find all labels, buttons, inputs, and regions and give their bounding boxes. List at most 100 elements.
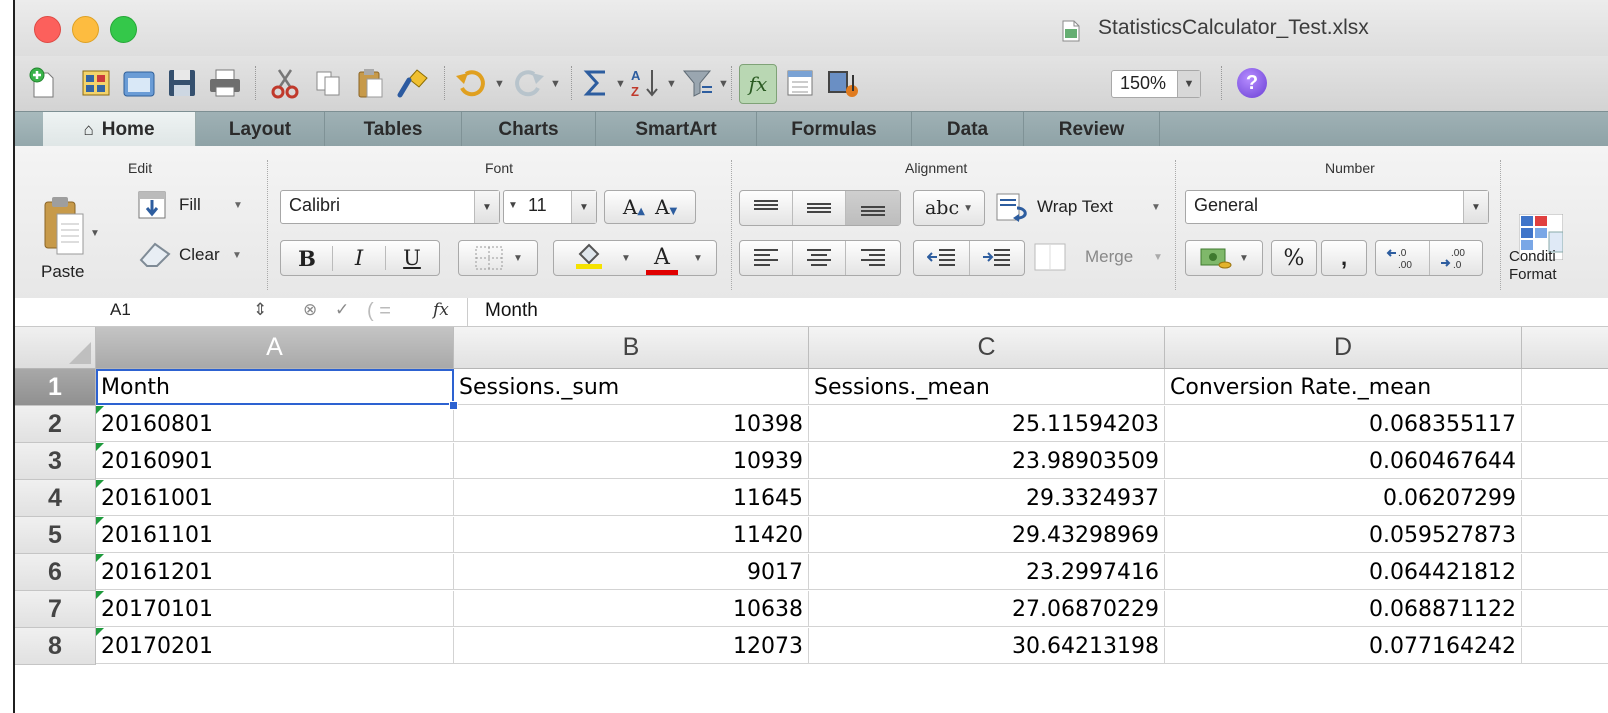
underline-button[interactable]: U — [386, 246, 438, 270]
header-cell[interactable]: Sessions._sum — [454, 369, 809, 405]
column-header-b[interactable]: B — [454, 327, 809, 369]
font-name-select[interactable]: Calibri ▼ — [280, 190, 500, 224]
italic-button[interactable]: I — [333, 246, 386, 270]
chevron-down-icon[interactable]: ▼ — [616, 253, 636, 264]
borders-button[interactable]: ▼ — [458, 240, 538, 276]
percent-button[interactable]: % — [1271, 240, 1317, 276]
row-header[interactable]: 4 — [15, 480, 96, 517]
row-header[interactable]: 8 — [15, 628, 96, 665]
column-header-c[interactable]: C — [809, 327, 1165, 369]
table-cell[interactable]: 0.064421812 — [1165, 554, 1522, 590]
table-cell[interactable]: 0.068871122 — [1165, 591, 1522, 627]
tab-home[interactable]: ⌂ Home — [43, 112, 196, 147]
table-cell[interactable]: 27.06870229 — [809, 591, 1165, 627]
increase-decimal-button[interactable]: .0.00 — [1377, 241, 1430, 275]
table-cell[interactable] — [1522, 628, 1608, 664]
row-header[interactable]: 7 — [15, 591, 96, 628]
fill-button[interactable]: Fill ▼ — [137, 190, 247, 222]
font-color-button[interactable]: A — [636, 247, 688, 275]
decrease-decimal-button[interactable]: .00.0 — [1430, 241, 1482, 275]
table-cell[interactable]: 25.11594203 — [809, 406, 1165, 442]
tab-formulas[interactable]: Formulas — [757, 112, 912, 147]
autosum-icon[interactable] — [581, 64, 611, 102]
paste-icon[interactable] — [353, 64, 387, 102]
tab-layout[interactable]: Layout — [196, 112, 325, 147]
table-cell[interactable]: 20160801 — [96, 406, 454, 442]
row-header[interactable]: 1 — [15, 369, 96, 406]
bold-button[interactable]: B — [282, 245, 333, 271]
table-cell[interactable]: 20161101 — [96, 517, 454, 553]
tab-review[interactable]: Review — [1024, 112, 1160, 147]
table-cell[interactable]: 0.06207299 — [1165, 480, 1522, 516]
column-header-d[interactable]: D — [1165, 327, 1522, 369]
header-cell[interactable]: Sessions._mean — [809, 369, 1165, 405]
shrink-font-button[interactable]: A▼ — [655, 195, 677, 219]
redo-icon[interactable] — [509, 64, 547, 102]
gallery-icon[interactable] — [79, 64, 113, 102]
formula-input[interactable]: Month — [485, 300, 538, 322]
tab-smartart[interactable]: SmartArt — [596, 112, 757, 147]
table-cell[interactable]: 0.077164242 — [1165, 628, 1522, 664]
align-center-button[interactable] — [793, 241, 846, 275]
table-cell[interactable]: 0.068355117 — [1165, 406, 1522, 442]
row-header[interactable]: 3 — [15, 443, 96, 480]
align-top-button[interactable] — [740, 191, 793, 225]
zoom-window-button[interactable] — [110, 16, 137, 43]
comma-button[interactable]: , — [1321, 240, 1367, 276]
select-all-button[interactable] — [15, 327, 96, 369]
table-cell[interactable]: 23.2997416 — [809, 554, 1165, 590]
increase-indent-button[interactable] — [970, 241, 1024, 275]
save-icon[interactable] — [165, 64, 199, 102]
table-cell[interactable]: 9017 — [454, 554, 809, 590]
table-cell[interactable]: 20161001 — [96, 480, 454, 516]
table-cell[interactable]: 29.43298969 — [809, 517, 1165, 553]
new-icon[interactable] — [25, 64, 61, 102]
print-icon[interactable] — [207, 64, 243, 102]
conditional-formatting-button[interactable]: Conditi Format — [1509, 214, 1608, 294]
table-cell[interactable]: 0.059527873 — [1165, 517, 1522, 553]
header-cell[interactable]: Month — [96, 369, 454, 405]
close-window-button[interactable] — [34, 16, 61, 43]
table-cell[interactable]: 20161201 — [96, 554, 454, 590]
number-format-select[interactable]: General ▼ — [1185, 190, 1489, 224]
decrease-indent-button[interactable] — [915, 241, 970, 275]
row-header[interactable]: 5 — [15, 517, 96, 554]
align-left-button[interactable] — [740, 241, 793, 275]
currency-button[interactable]: ▼ — [1185, 240, 1263, 276]
help-icon[interactable]: ? — [1237, 68, 1267, 98]
show-hide-icon[interactable] — [783, 64, 817, 102]
media-browser-icon[interactable] — [825, 64, 861, 102]
table-cell[interactable]: 20170101 — [96, 591, 454, 627]
fill-color-button[interactable] — [562, 242, 616, 275]
table-cell[interactable]: 29.3324937 — [809, 480, 1165, 516]
chevron-down-icon[interactable]: ▼ — [688, 253, 708, 264]
table-cell[interactable] — [1522, 443, 1608, 479]
align-bottom-button[interactable] — [846, 191, 900, 225]
zoom-select[interactable]: 150% ▼ — [1111, 70, 1201, 98]
table-cell[interactable]: 20170201 — [96, 628, 454, 664]
table-cell[interactable] — [1522, 517, 1608, 553]
open-icon[interactable] — [121, 64, 157, 102]
fill-handle[interactable] — [449, 401, 458, 410]
table-cell[interactable] — [1522, 480, 1608, 516]
format-painter-icon[interactable] — [396, 64, 432, 102]
table-cell[interactable] — [1522, 406, 1608, 442]
table-cell[interactable]: 10939 — [454, 443, 809, 479]
table-cell[interactable]: 10398 — [454, 406, 809, 442]
column-header-e[interactable] — [1522, 327, 1608, 369]
cut-icon[interactable] — [267, 64, 303, 102]
align-right-button[interactable] — [846, 241, 900, 275]
row-header[interactable]: 6 — [15, 554, 96, 591]
name-box[interactable]: A1 — [110, 300, 131, 320]
table-cell[interactable] — [1522, 554, 1608, 590]
table-cell[interactable] — [1522, 369, 1608, 405]
table-cell[interactable] — [1522, 591, 1608, 627]
row-header[interactable]: 2 — [15, 406, 96, 443]
table-cell[interactable]: 0.060467644 — [1165, 443, 1522, 479]
align-middle-button[interactable] — [793, 191, 846, 225]
grow-font-button[interactable]: A▲ — [623, 195, 645, 219]
orientation-button[interactable]: abc ▼ — [913, 190, 985, 226]
name-box-stepper-icon[interactable]: ⇕ — [253, 300, 267, 320]
font-size-select[interactable]: ▼ 11 ▼ — [503, 190, 597, 224]
tab-charts[interactable]: Charts — [462, 112, 596, 147]
